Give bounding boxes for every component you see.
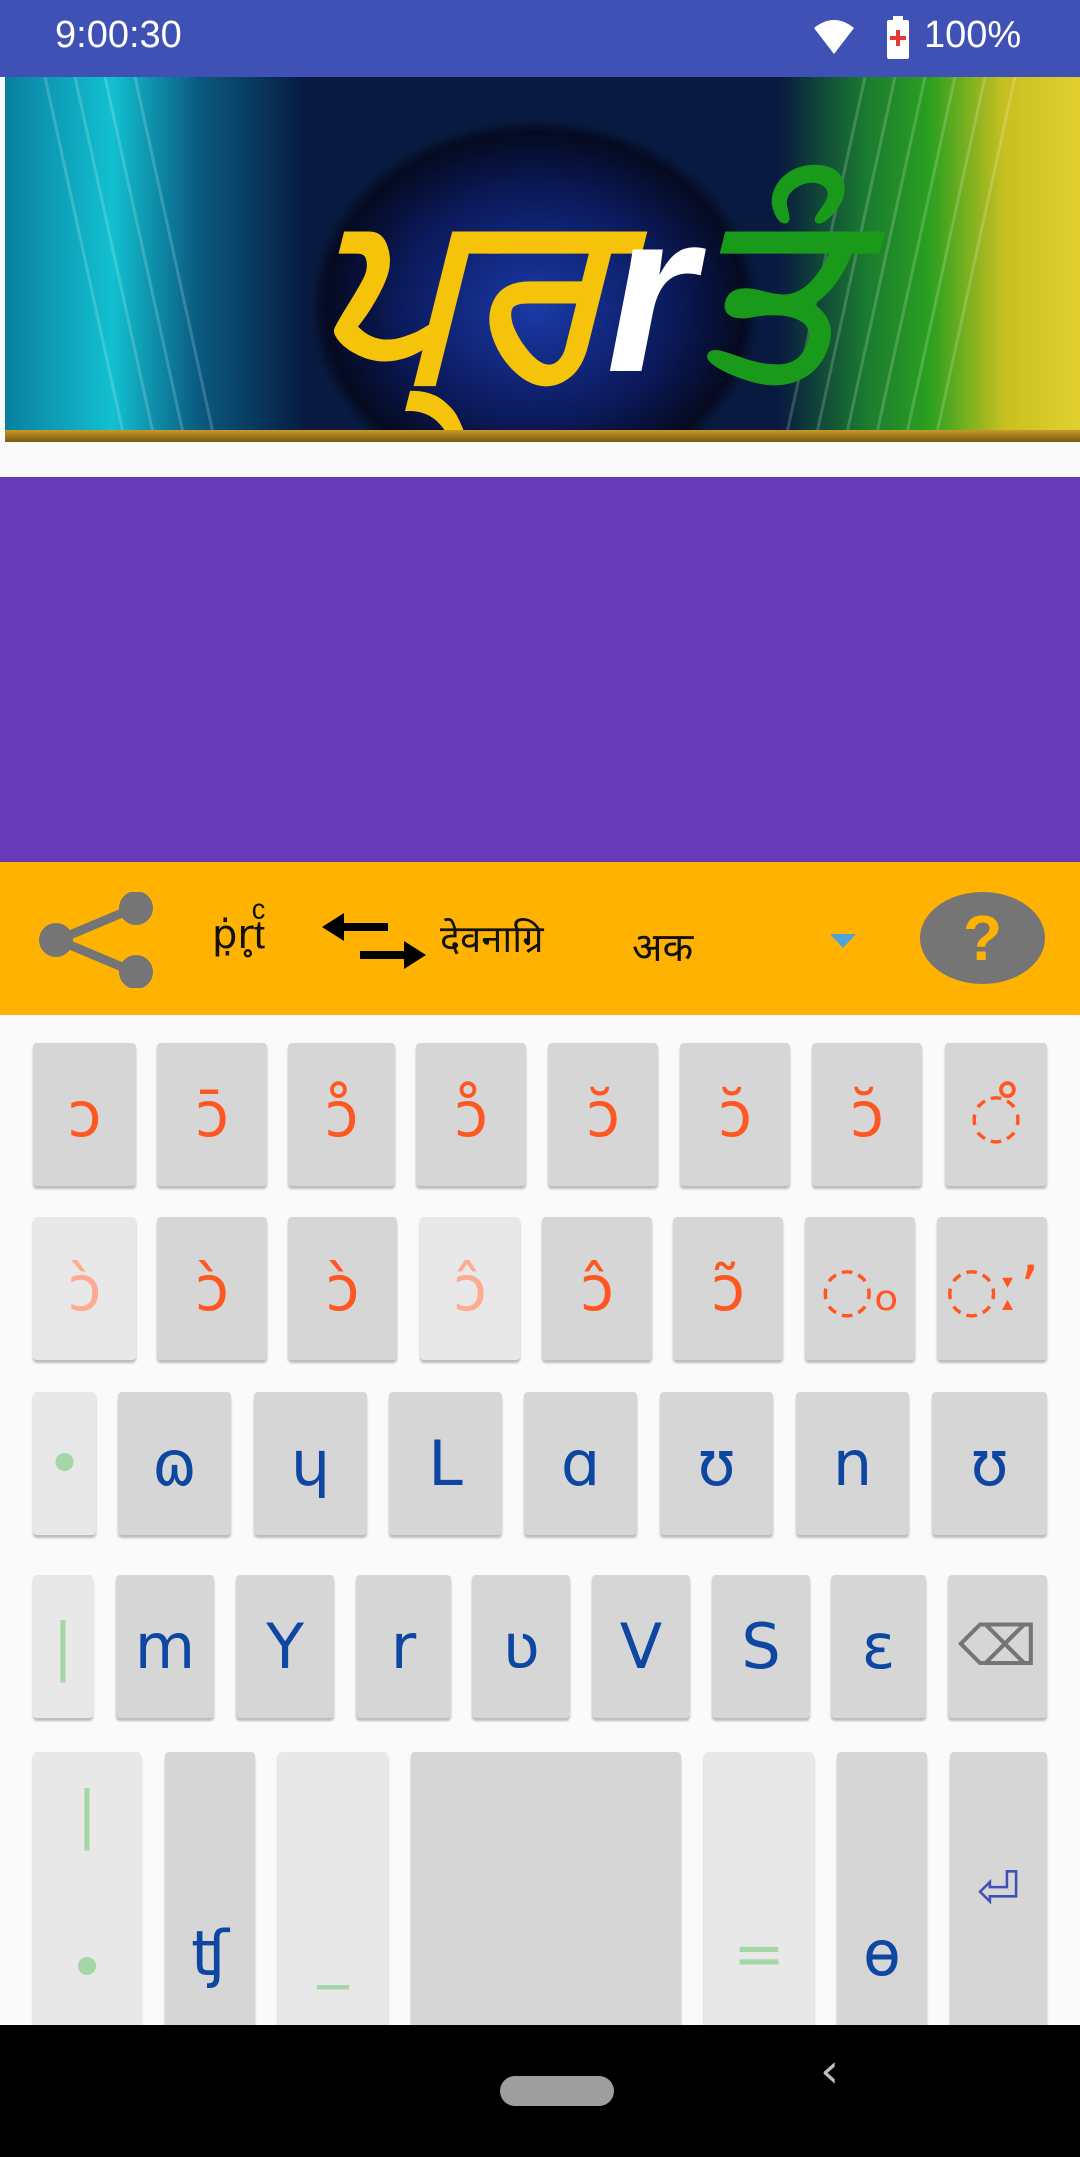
key[interactable]: n [796, 1392, 909, 1535]
key[interactable]: ʧ [165, 1752, 255, 2030]
key[interactable]: m [116, 1575, 214, 1718]
key[interactable]: ɔ̊ [416, 1043, 526, 1186]
key[interactable]: ʊ [932, 1392, 1047, 1535]
key[interactable]: ɔ̀ [33, 1217, 136, 1360]
key[interactable]: • [33, 1392, 96, 1535]
key[interactable]: ɛ [831, 1575, 926, 1718]
key[interactable]: _ [278, 1752, 388, 2030]
battery-icon [887, 16, 909, 59]
key[interactable]: ɔ̃ [673, 1217, 783, 1360]
enter-key[interactable]: ⏎ [950, 1752, 1047, 2030]
key[interactable]: ◌ₒ [805, 1217, 915, 1360]
dropdown-value[interactable]: अक [632, 918, 693, 973]
key[interactable]: ʋ [472, 1575, 570, 1718]
app-logo: ਪ੍ਰrਤੰ [315, 177, 843, 407]
source-script-label[interactable]: ṗ̣r̥tͨ [212, 912, 265, 958]
backspace-key[interactable]: ⌫ [948, 1575, 1047, 1718]
logo-part-2: r [605, 163, 696, 420]
key[interactable]: ɔ̆ [680, 1043, 790, 1186]
logo-part-1: ਪ੍ਰ [315, 163, 606, 420]
home-button[interactable] [500, 2076, 614, 2106]
key[interactable]: ɷ [118, 1392, 231, 1535]
key[interactable]: | [33, 1575, 93, 1718]
key[interactable]: ɔ̂ [420, 1217, 520, 1360]
swap-arrows-icon[interactable] [322, 907, 426, 977]
key[interactable]: r [356, 1575, 451, 1718]
enter-icon: ⏎ [976, 1861, 1021, 1921]
help-icon: ? [962, 902, 1003, 974]
key[interactable]: ɔ̆ [812, 1043, 922, 1186]
key[interactable]: ɔ̀ [157, 1217, 267, 1360]
chevron-down-icon[interactable] [828, 932, 858, 950]
key[interactable]: ɔ̄ [157, 1043, 267, 1186]
toolbar: ṗ̣r̥tͨ देवनाग्रि अक ? [0, 862, 1080, 1015]
key[interactable]: ɵ [837, 1752, 927, 2030]
backspace-icon: ⌫ [957, 1614, 1038, 1679]
help-button[interactable]: ? [920, 892, 1045, 984]
banner-image: ਪ੍ਰrਤੰ [5, 77, 1080, 442]
keyboard: ɔ ɔ̄ ɔ̊ ɔ̊ ɔ̆ ɔ̆ ɔ̆ ◌̊ ɔ̀ ɔ̀ ɔ̀ ɔ̂ ɔ̂ ɔ̃… [0, 1015, 1080, 2030]
key[interactable]: V [592, 1575, 690, 1718]
key[interactable]: L [389, 1392, 502, 1535]
key[interactable]: ɔ̂ [542, 1217, 652, 1360]
target-script-label[interactable]: देवनाग्रि [440, 912, 544, 964]
key[interactable]: Y [236, 1575, 334, 1718]
key[interactable]: = [704, 1752, 814, 2030]
key[interactable]: ɔ̊ [288, 1043, 395, 1186]
key[interactable]: | • [33, 1752, 141, 2030]
status-bar: 9:00:30 100% [0, 0, 1080, 77]
back-button[interactable]: ‹ [820, 2043, 839, 2099]
key[interactable]: ◌̊ [945, 1043, 1047, 1186]
key[interactable]: ɥ [254, 1392, 367, 1535]
logo-part-3: ਤੰ [695, 163, 843, 420]
text-output-area[interactable] [0, 477, 1080, 862]
wifi-icon [814, 20, 854, 54]
key[interactable]: ɔ̆ [548, 1043, 658, 1186]
key[interactable]: ◌ːʼ [937, 1217, 1047, 1360]
key[interactable]: ɑ [524, 1392, 637, 1535]
key[interactable]: ɔ̀ [288, 1217, 397, 1360]
banner-border [5, 430, 1080, 442]
status-time: 9:00:30 [55, 14, 182, 56]
share-icon[interactable] [38, 892, 156, 988]
key[interactable]: ɔ [33, 1043, 136, 1186]
key[interactable]: ʊ [660, 1392, 773, 1535]
spacer [0, 442, 1080, 477]
space-key[interactable] [411, 1752, 681, 2030]
key[interactable]: S [712, 1575, 810, 1718]
battery-percent: 100% [924, 14, 1022, 56]
